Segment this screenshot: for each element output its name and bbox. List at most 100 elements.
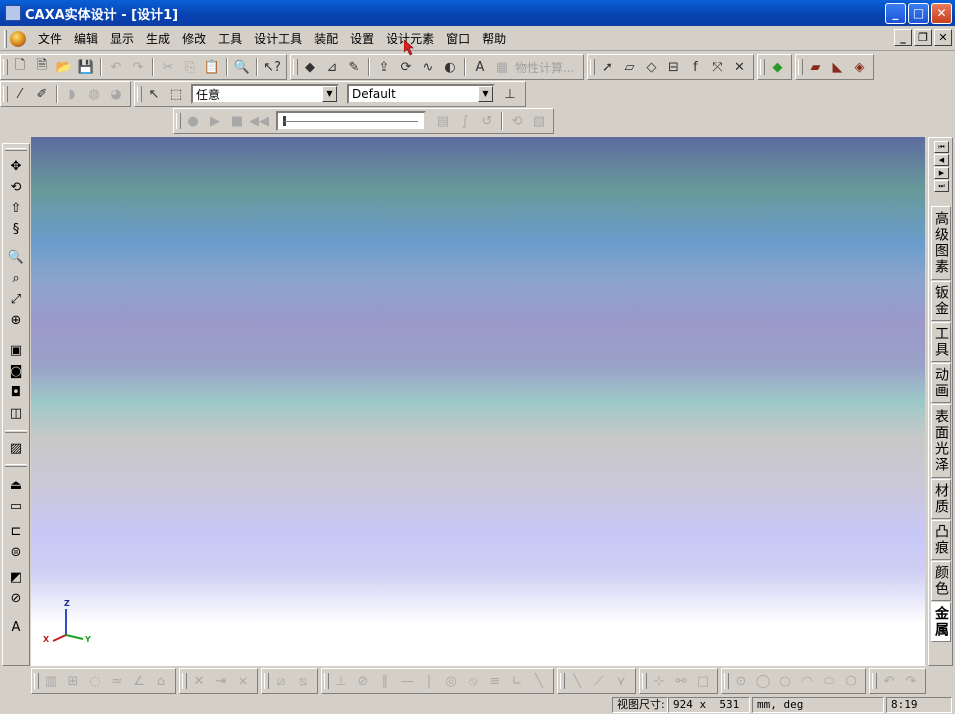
first-tab-icon[interactable]: ⏮ [934,141,949,153]
section-icon[interactable]: ⊟ [662,56,684,78]
sphere-icon[interactable]: ⊘ [6,588,26,608]
circle-center-icon[interactable]: ⊙ [730,670,752,692]
zoom-icon[interactable]: 🔍 [6,247,26,267]
pan-icon[interactable]: ✥ [6,156,26,176]
menu-view[interactable]: 显示 [104,29,140,49]
title-bar[interactable]: CAXA实体设计 - [设计1] _ □ ✕ [0,0,955,26]
chevron-down-icon[interactable]: ▼ [322,86,337,102]
menu-modify[interactable]: 修改 [176,29,212,49]
circle-2pt-icon[interactable]: ◯ [752,670,774,692]
ellipse-icon[interactable]: ⬭ [818,670,840,692]
property-calc-icon[interactable]: ▦ [491,56,513,78]
zoom-fit-icon[interactable]: ⤢ [6,289,26,309]
fork-icon[interactable]: ⋎ [610,670,632,692]
extend-icon[interactable]: ⇥ [210,670,232,692]
tab-metal[interactable]: 金属 [931,602,951,642]
curve-icon[interactable]: ∿ [417,56,439,78]
text-style-icon[interactable]: A [6,617,26,637]
text-icon[interactable]: A [469,56,491,78]
revolve-icon[interactable]: ⊜ [6,542,26,562]
shade-icon[interactable]: ◩ [6,567,26,587]
app-icon[interactable] [5,5,21,21]
export-icon[interactable]: ⇪ [373,56,395,78]
toolbar-grip[interactable] [5,148,27,151]
menu-edit[interactable]: 编辑 [68,29,104,49]
slope-icon[interactable]: ╲ [528,670,550,692]
green-shape-icon[interactable]: ◆ [766,56,788,78]
save-icon[interactable]: 💾 [75,56,97,78]
array-icon[interactable]: ⧅ [292,670,314,692]
timeline-icon[interactable]: ↺ [476,110,498,132]
menu-generate[interactable]: 生成 [140,29,176,49]
last-tab-icon[interactable]: ⏭ [934,180,949,192]
menu-file[interactable]: 文件 [32,29,68,49]
new-drawing-icon[interactable]: 🗎 [31,56,53,78]
property-calc-label[interactable]: 物性计算... [515,59,574,76]
help-pointer-icon[interactable]: ↖? [261,56,283,78]
chevron-down-icon[interactable]: ▼ [478,86,493,102]
rotate-part-icon[interactable]: ⟳ [395,56,417,78]
tab-color[interactable]: 颜色 [931,561,951,601]
menu-grip[interactable] [4,29,7,48]
polyline-icon[interactable]: ⟋ [588,670,610,692]
horizontal-icon[interactable]: — [396,670,418,692]
design-viewport[interactable]: Z X Y [31,137,925,666]
front-view-icon[interactable]: ▣ [6,340,26,360]
cut-icon[interactable]: ✂ [157,56,179,78]
perpendicular-icon[interactable]: ⊥ [330,670,352,692]
mirror-icon[interactable]: ⧄ [270,670,292,692]
animation-slider[interactable] [276,111,426,131]
solid-box-icon[interactable]: ▰ [804,56,826,78]
paste-icon[interactable]: 📋 [201,56,223,78]
measure-icon[interactable]: ⊿ [321,56,343,78]
eyedropper-icon[interactable]: ⁄ [9,83,31,105]
undo-icon[interactable]: ↶ [105,56,127,78]
tab-animation[interactable]: 动画 [931,363,951,403]
path-icon[interactable]: ∫ [454,110,476,132]
angle-dim-icon[interactable]: ∟ [506,670,528,692]
paint-icon[interactable]: ✎ [343,56,365,78]
plane-icon[interactable]: ◇ [640,56,662,78]
solid-prism-icon[interactable]: ◈ [848,56,870,78]
wave-icon[interactable]: ≈ [106,670,128,692]
menu-settings[interactable]: 设置 [344,29,380,49]
surface-icon[interactable]: ◐ [439,56,461,78]
minimize-button[interactable]: _ [885,3,906,24]
stamp-icon[interactable]: ⌂ [150,670,172,692]
menu-tools[interactable]: 工具 [212,29,248,49]
dropper-icon[interactable]: ✐ [31,83,53,105]
select-arrow-icon[interactable]: ↖ [143,83,165,105]
tab-surface-finish[interactable]: 表面光泽 [931,404,951,478]
tab-sheet-metal[interactable]: 钣金 [931,281,951,321]
arc-icon[interactable]: ◠ [796,670,818,692]
keyframe-icon[interactable]: ▤ [432,110,454,132]
style-combo[interactable]: Default ▼ [347,84,495,104]
trim-icon[interactable]: ✕ [188,670,210,692]
doc-close-button[interactable]: ✕ [934,29,952,46]
pick-body-icon[interactable]: ◕ [105,83,127,105]
concentric-icon[interactable]: ◎ [440,670,462,692]
tab-material[interactable]: 材质 [931,479,951,519]
fly-icon[interactable]: § [6,219,26,239]
selection-filter-combo[interactable]: 任意 ▼ [191,84,339,104]
select-box-icon[interactable]: ⬚ [165,83,187,105]
rewind-icon[interactable]: ◀◀ [248,110,270,132]
document-icon[interactable] [10,30,26,47]
layout-icon[interactable]: ▥ [40,670,62,692]
pick-edge-icon[interactable]: ◍ [83,83,105,105]
menu-assembly[interactable]: 装配 [308,29,344,49]
toolbar-grip[interactable] [5,464,27,467]
split-icon[interactable]: ⤧ [706,56,728,78]
redo-sketch-icon[interactable]: ↷ [900,670,922,692]
prev-tab-icon[interactable]: ◀ [934,154,949,166]
next-tab-icon[interactable]: ▶ [934,167,949,179]
circle-3pt-icon[interactable]: ○ [774,670,796,692]
rect-sketch-icon[interactable]: ▭ [6,496,26,516]
target-icon[interactable]: ⊕ [6,310,26,330]
tangent-icon[interactable]: ⊘ [352,670,374,692]
play-icon[interactable]: ▶ [204,110,226,132]
edit-sketch-icon[interactable]: ⏏ [6,475,26,495]
camera-dim-icon[interactable]: ◘ [6,382,26,402]
new-file-icon[interactable]: 🗋 [9,56,31,78]
extrude-arrow-icon[interactable]: ➚ [596,56,618,78]
